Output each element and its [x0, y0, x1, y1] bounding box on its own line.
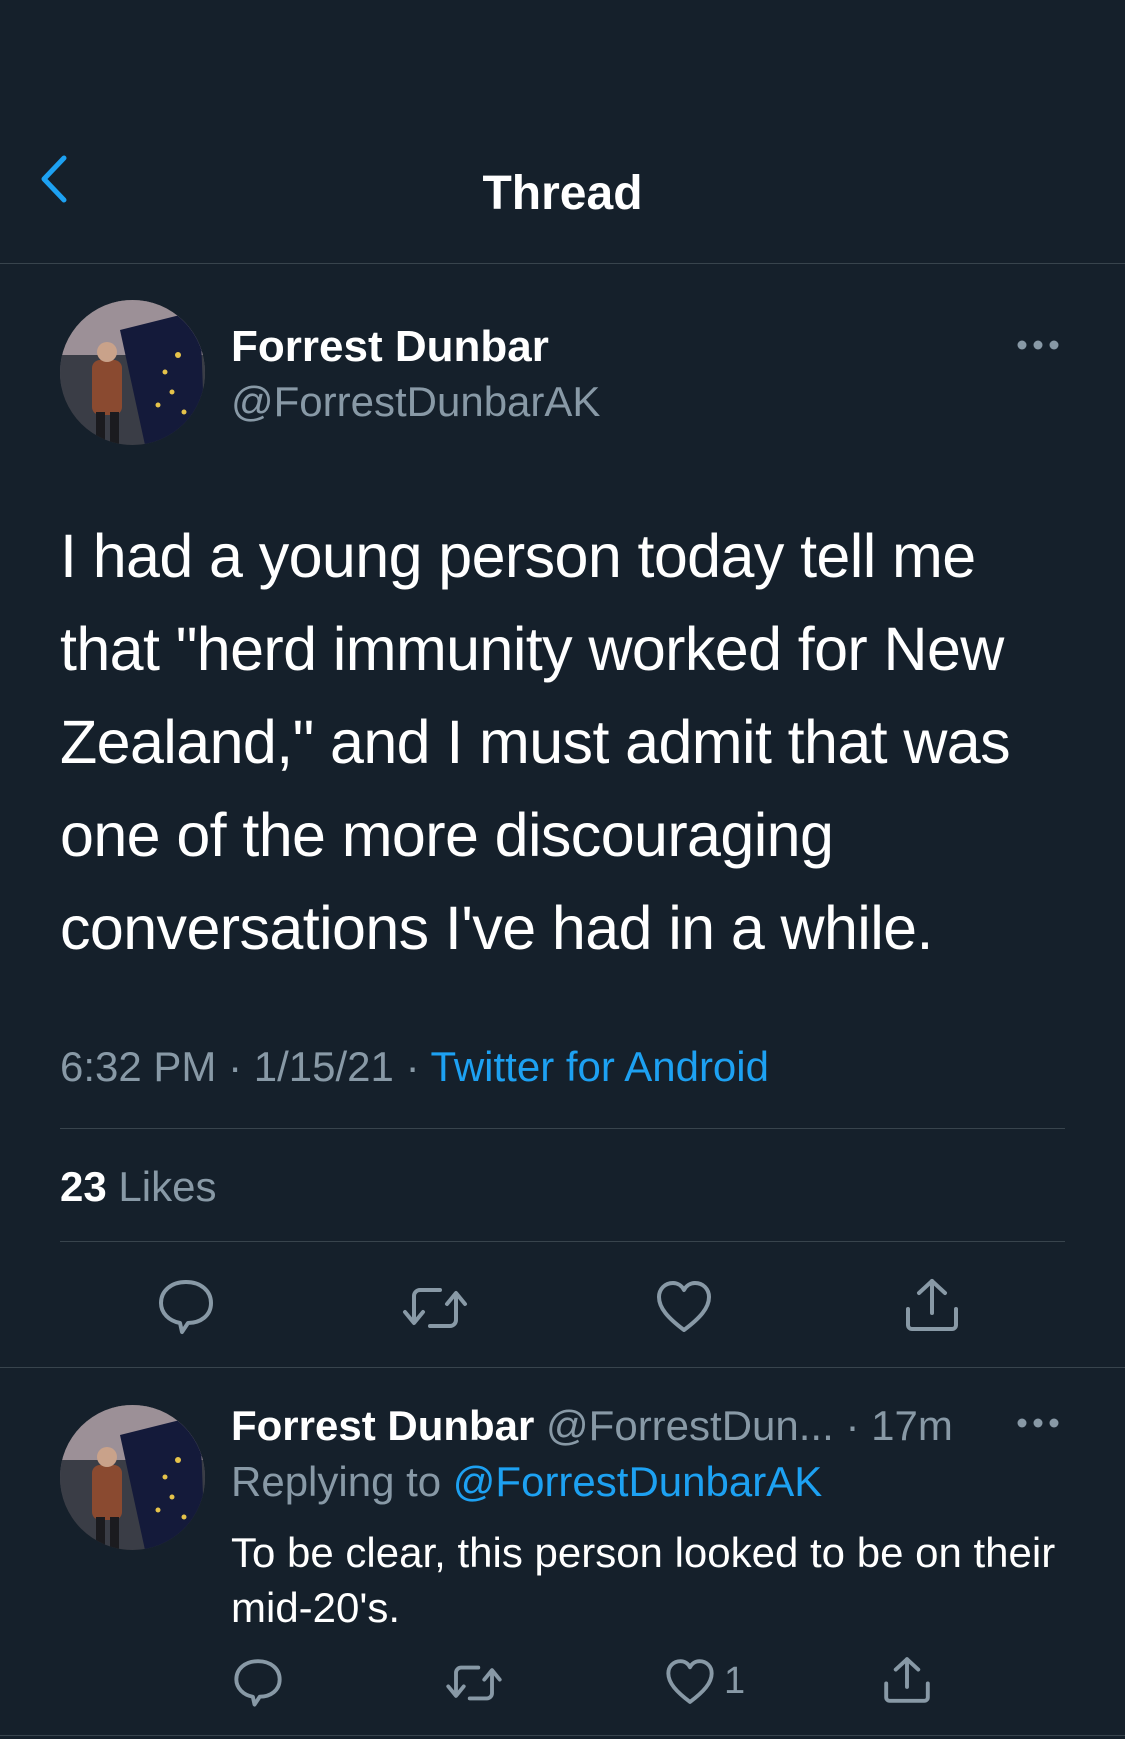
likes-label: Likes: [118, 1163, 217, 1210]
share-button[interactable]: [902, 1275, 962, 1335]
replying-to: Replying to @ForrestDunbarAK: [231, 1458, 822, 1506]
likes-count: 23: [60, 1163, 107, 1210]
more-icon: [1017, 340, 1059, 350]
header-divider: [0, 263, 1125, 264]
meta-separator: ·: [405, 1043, 420, 1090]
retweet-button[interactable]: [400, 1278, 470, 1338]
reply-reply-button[interactable]: [232, 1656, 284, 1708]
meta-divider: [60, 1128, 1065, 1129]
meta-separator: ·: [228, 1043, 243, 1090]
likes-divider: [60, 1241, 1065, 1242]
share-icon: [884, 1657, 930, 1703]
reply-time: 17m: [871, 1402, 953, 1449]
tweet-meta: 6:32 PM · 1/15/21 · Twitter for Android: [60, 1043, 769, 1091]
reply-icon: [234, 1659, 282, 1707]
retweet-icon: [446, 1665, 502, 1701]
tweet-date: 1/15/21: [253, 1043, 394, 1090]
reply-like-count: 1: [724, 1660, 746, 1702]
reply-like-button[interactable]: 1: [664, 1656, 746, 1708]
reply-author-handle[interactable]: @ForrestDun...: [546, 1402, 834, 1449]
more-icon: [1017, 1418, 1059, 1428]
share-icon: [906, 1279, 958, 1331]
reply-author-name[interactable]: Forrest Dunbar: [231, 1402, 534, 1449]
reply-header: Forrest Dunbar @ForrestDun... · 17m: [231, 1402, 953, 1450]
reply-icon: [159, 1280, 213, 1334]
author-handle[interactable]: @ForrestDunbarAK: [231, 378, 600, 426]
author-name[interactable]: Forrest Dunbar: [231, 322, 549, 372]
reply-button[interactable]: [156, 1276, 216, 1336]
avatar[interactable]: [60, 300, 205, 445]
replying-to-label: Replying to: [231, 1458, 442, 1505]
reply-avatar[interactable]: [60, 1405, 205, 1550]
like-icon: [657, 1281, 711, 1332]
reply-retweet-button[interactable]: [444, 1657, 504, 1709]
reply-bottom-divider: [0, 1735, 1125, 1736]
page-title: Thread: [482, 167, 643, 220]
reply-share-button[interactable]: [881, 1654, 933, 1706]
reply-text: To be clear, this person looked to be on…: [231, 1529, 1056, 1631]
tweet-time: 6:32 PM: [60, 1043, 217, 1090]
like-icon: [666, 1659, 714, 1704]
more-button[interactable]: [1014, 330, 1062, 360]
replying-to-handle[interactable]: @ForrestDunbarAK: [453, 1458, 822, 1505]
retweet-icon: [403, 1288, 467, 1328]
tweet-source-link[interactable]: Twitter for Android: [431, 1043, 769, 1090]
tweet-text: I had a young person today tell me that …: [60, 522, 1011, 962]
thread-divider: [0, 1367, 1125, 1368]
likes-summary[interactable]: 23 Likes: [60, 1163, 216, 1211]
like-button[interactable]: [654, 1277, 714, 1337]
reply-separator: ·: [845, 1402, 860, 1449]
reply-more-button[interactable]: [1014, 1408, 1062, 1438]
